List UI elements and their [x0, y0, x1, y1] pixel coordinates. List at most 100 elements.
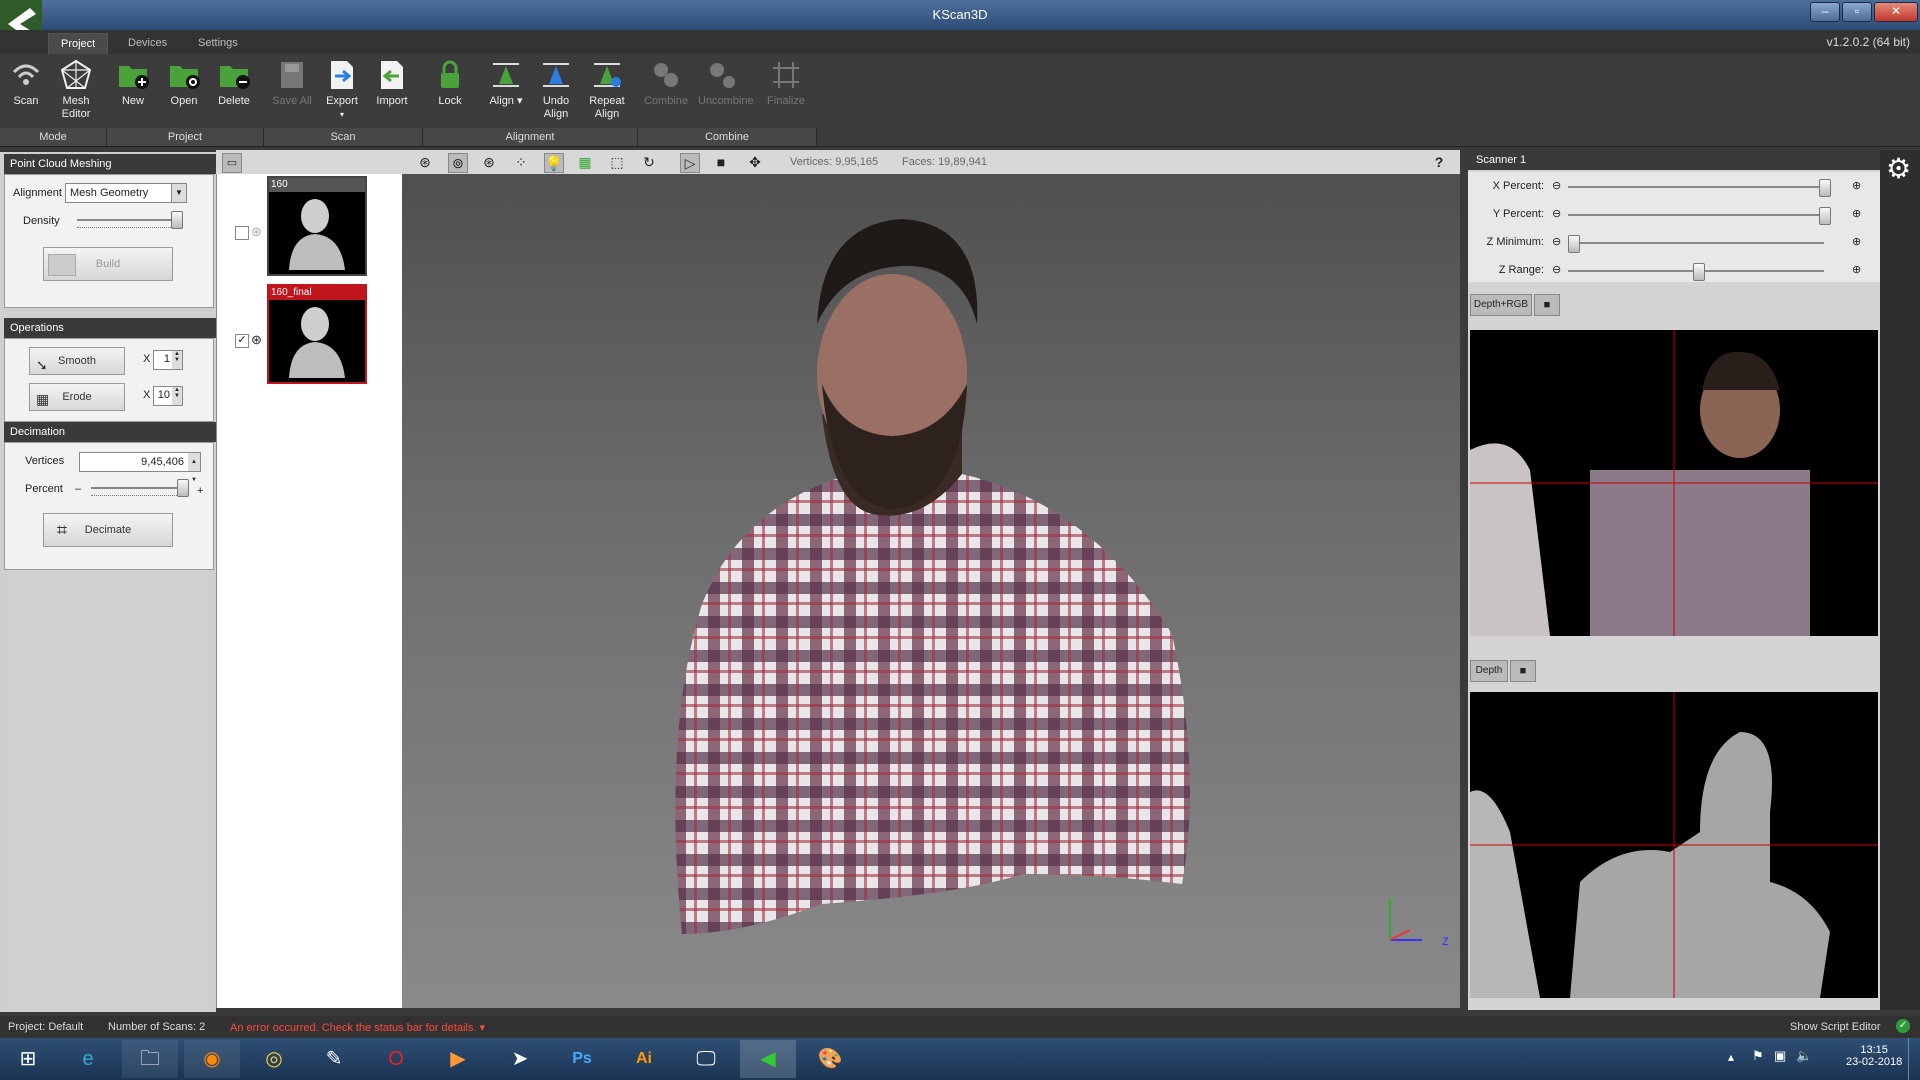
z-minimum-slider[interactable] [1568, 242, 1824, 244]
chrome-icon[interactable]: ◎ [246, 1040, 302, 1078]
illustrator-icon[interactable]: Ai [616, 1040, 672, 1078]
stop-icon[interactable]: ■ [712, 153, 730, 171]
camera-icon[interactable]: ■ [1534, 294, 1560, 316]
scan-checkbox-checked[interactable]: ✓ [235, 334, 249, 348]
firefox-icon[interactable]: ◉ [184, 1040, 240, 1078]
file-explorer-icon[interactable]: 🗀 [122, 1040, 178, 1078]
axis-z-label: Z [1442, 936, 1449, 948]
import-button[interactable]: Import [368, 58, 416, 108]
maximize-button[interactable]: ▫ [1842, 2, 1872, 22]
scan-button[interactable]: Scan [2, 58, 50, 108]
y-percent-slider[interactable] [1568, 214, 1824, 216]
smooth-button[interactable]: ➘ Smooth [29, 347, 125, 375]
tab-devices[interactable]: Devices [116, 33, 179, 54]
z-range-handle[interactable] [1693, 263, 1705, 281]
wireframe-view-icon[interactable]: ⊛ [480, 153, 498, 171]
plus-icon[interactable]: ⊕ [1852, 235, 1861, 248]
flag-icon[interactable]: ⚑ [1752, 1048, 1764, 1064]
open-button[interactable]: Open [160, 58, 208, 108]
erode-iterations-input[interactable]: 10 ▲ ▼ [153, 386, 183, 406]
percent-minus[interactable]: – [75, 483, 81, 495]
error-message[interactable]: An error occurred. Check the status bar … [230, 1021, 485, 1034]
kscan3d-taskbar-icon[interactable]: ◀ [740, 1040, 796, 1078]
photoshop-icon[interactable]: Ps [554, 1040, 610, 1078]
minus-icon[interactable]: ⊖ [1552, 207, 1561, 220]
tab-depth-rgb[interactable]: Depth+RGB [1470, 294, 1532, 316]
x-percent-handle[interactable] [1819, 179, 1831, 197]
camera-icon[interactable]: ■ [1510, 660, 1536, 682]
thumbnail-toggle-icon[interactable]: ▭ [222, 153, 242, 173]
volume-icon[interactable]: 🔈 [1796, 1048, 1812, 1064]
color-grid-icon[interactable]: ▦ [576, 153, 594, 171]
plus-icon[interactable]: ⊕ [1852, 179, 1861, 192]
paint-app-icon[interactable]: 🎨 [802, 1040, 858, 1078]
scan-checkbox[interactable] [235, 226, 249, 240]
opera-icon[interactable]: O [368, 1040, 424, 1078]
internet-explorer-icon[interactable]: e [60, 1040, 116, 1078]
mesh-editor-button[interactable]: Mesh Editor [52, 58, 100, 121]
3d-viewport[interactable]: Y Z [402, 174, 1460, 1008]
minus-icon[interactable]: ⊖ [1552, 235, 1561, 248]
mesh-view-icon[interactable]: ⊛ [416, 153, 434, 171]
percent-plus[interactable]: + [197, 485, 203, 497]
decimate-button[interactable]: ⌗ Decimate [43, 513, 173, 547]
align-button[interactable]: Align ▾ [482, 58, 530, 108]
spinner-icon[interactable]: ▲ ▼ [172, 387, 182, 405]
media-player-icon[interactable]: ▶ [430, 1040, 486, 1078]
spinner-icon[interactable]: ▲ ▼ [172, 351, 182, 369]
build-button[interactable]: Build [43, 247, 173, 281]
rotate-icon[interactable]: ↻ [640, 153, 658, 171]
help-icon[interactable]: ? [1430, 153, 1448, 171]
new-button[interactable]: New [109, 58, 157, 108]
erode-button[interactable]: ▦ Erode [29, 383, 125, 411]
export-button[interactable]: Export ▾ [318, 58, 366, 121]
delete-button[interactable]: Delete [210, 58, 258, 108]
light-icon[interactable]: 💡 [544, 153, 564, 173]
network-icon[interactable]: ▣ [1774, 1048, 1786, 1064]
z-minimum-handle[interactable] [1568, 235, 1580, 253]
scan-thumbnail[interactable]: 160 [267, 176, 367, 276]
textured-view-icon[interactable]: ⊚ [448, 153, 468, 173]
cursor-tool-icon[interactable]: ➤ [492, 1040, 548, 1078]
minimize-button[interactable]: – [1810, 2, 1840, 22]
play-icon[interactable]: ▷ [680, 153, 700, 173]
lock-button[interactable]: Lock [426, 58, 474, 108]
move-icon[interactable]: ✥ [746, 153, 764, 171]
minus-icon[interactable]: ⊖ [1552, 179, 1561, 192]
alignment-select[interactable]: Mesh Geometry ▼ [65, 183, 187, 203]
tab-depth[interactable]: Depth [1470, 660, 1508, 682]
gear-icon[interactable]: ⚙ [1886, 154, 1911, 184]
tab-settings[interactable]: Settings [186, 33, 250, 54]
y-percent-handle[interactable] [1819, 207, 1831, 225]
paint-brush-icon[interactable]: ✎ [306, 1040, 362, 1078]
percent-slider-handle[interactable] [177, 479, 189, 497]
density-slider[interactable] [77, 219, 181, 221]
clock[interactable]: 13:15 23-02-2018 [1846, 1044, 1902, 1068]
show-desktop-button[interactable] [1908, 1038, 1920, 1080]
smooth-iterations-input[interactable]: 1 ▲ ▼ [153, 350, 183, 370]
minus-icon[interactable]: ⊖ [1552, 263, 1561, 276]
vertices-input[interactable]: 9,45,406 ▲ ▼ [79, 452, 201, 483]
spinner-icon[interactable]: ▲ ▼ [188, 453, 200, 483]
percent-slider[interactable] [91, 487, 187, 489]
tab-project[interactable]: Project [48, 33, 109, 55]
repeat-align-button[interactable]: Repeat Align [583, 58, 631, 121]
lock-icon [441, 60, 459, 88]
density-slider-handle[interactable] [171, 211, 183, 229]
plus-icon[interactable]: ⊕ [1852, 263, 1861, 276]
undo-align-button[interactable]: Undo Align [532, 58, 580, 121]
start-button-icon[interactable]: ⊞ [0, 1040, 56, 1078]
monitor-app-icon[interactable]: 🖵 [678, 1040, 734, 1078]
points-view-icon[interactable]: ⁘ [512, 153, 530, 171]
close-button[interactable]: ✕ [1874, 2, 1918, 22]
finalize-button[interactable]: Finalize [762, 58, 810, 108]
save-all-button[interactable]: Save All [268, 58, 316, 108]
x-percent-slider[interactable] [1568, 186, 1824, 188]
show-hidden-icons-icon[interactable]: ▴ [1728, 1050, 1734, 1064]
combine-button[interactable]: Combine [642, 58, 690, 108]
bounding-box-icon[interactable]: ⬚ [608, 153, 626, 171]
plus-icon[interactable]: ⊕ [1852, 207, 1861, 220]
uncombine-button[interactable]: Uncombine [698, 58, 754, 108]
show-script-editor[interactable]: Show Script Editor [1790, 1021, 1880, 1033]
scan-thumbnail-selected[interactable]: 160_final [267, 284, 367, 384]
